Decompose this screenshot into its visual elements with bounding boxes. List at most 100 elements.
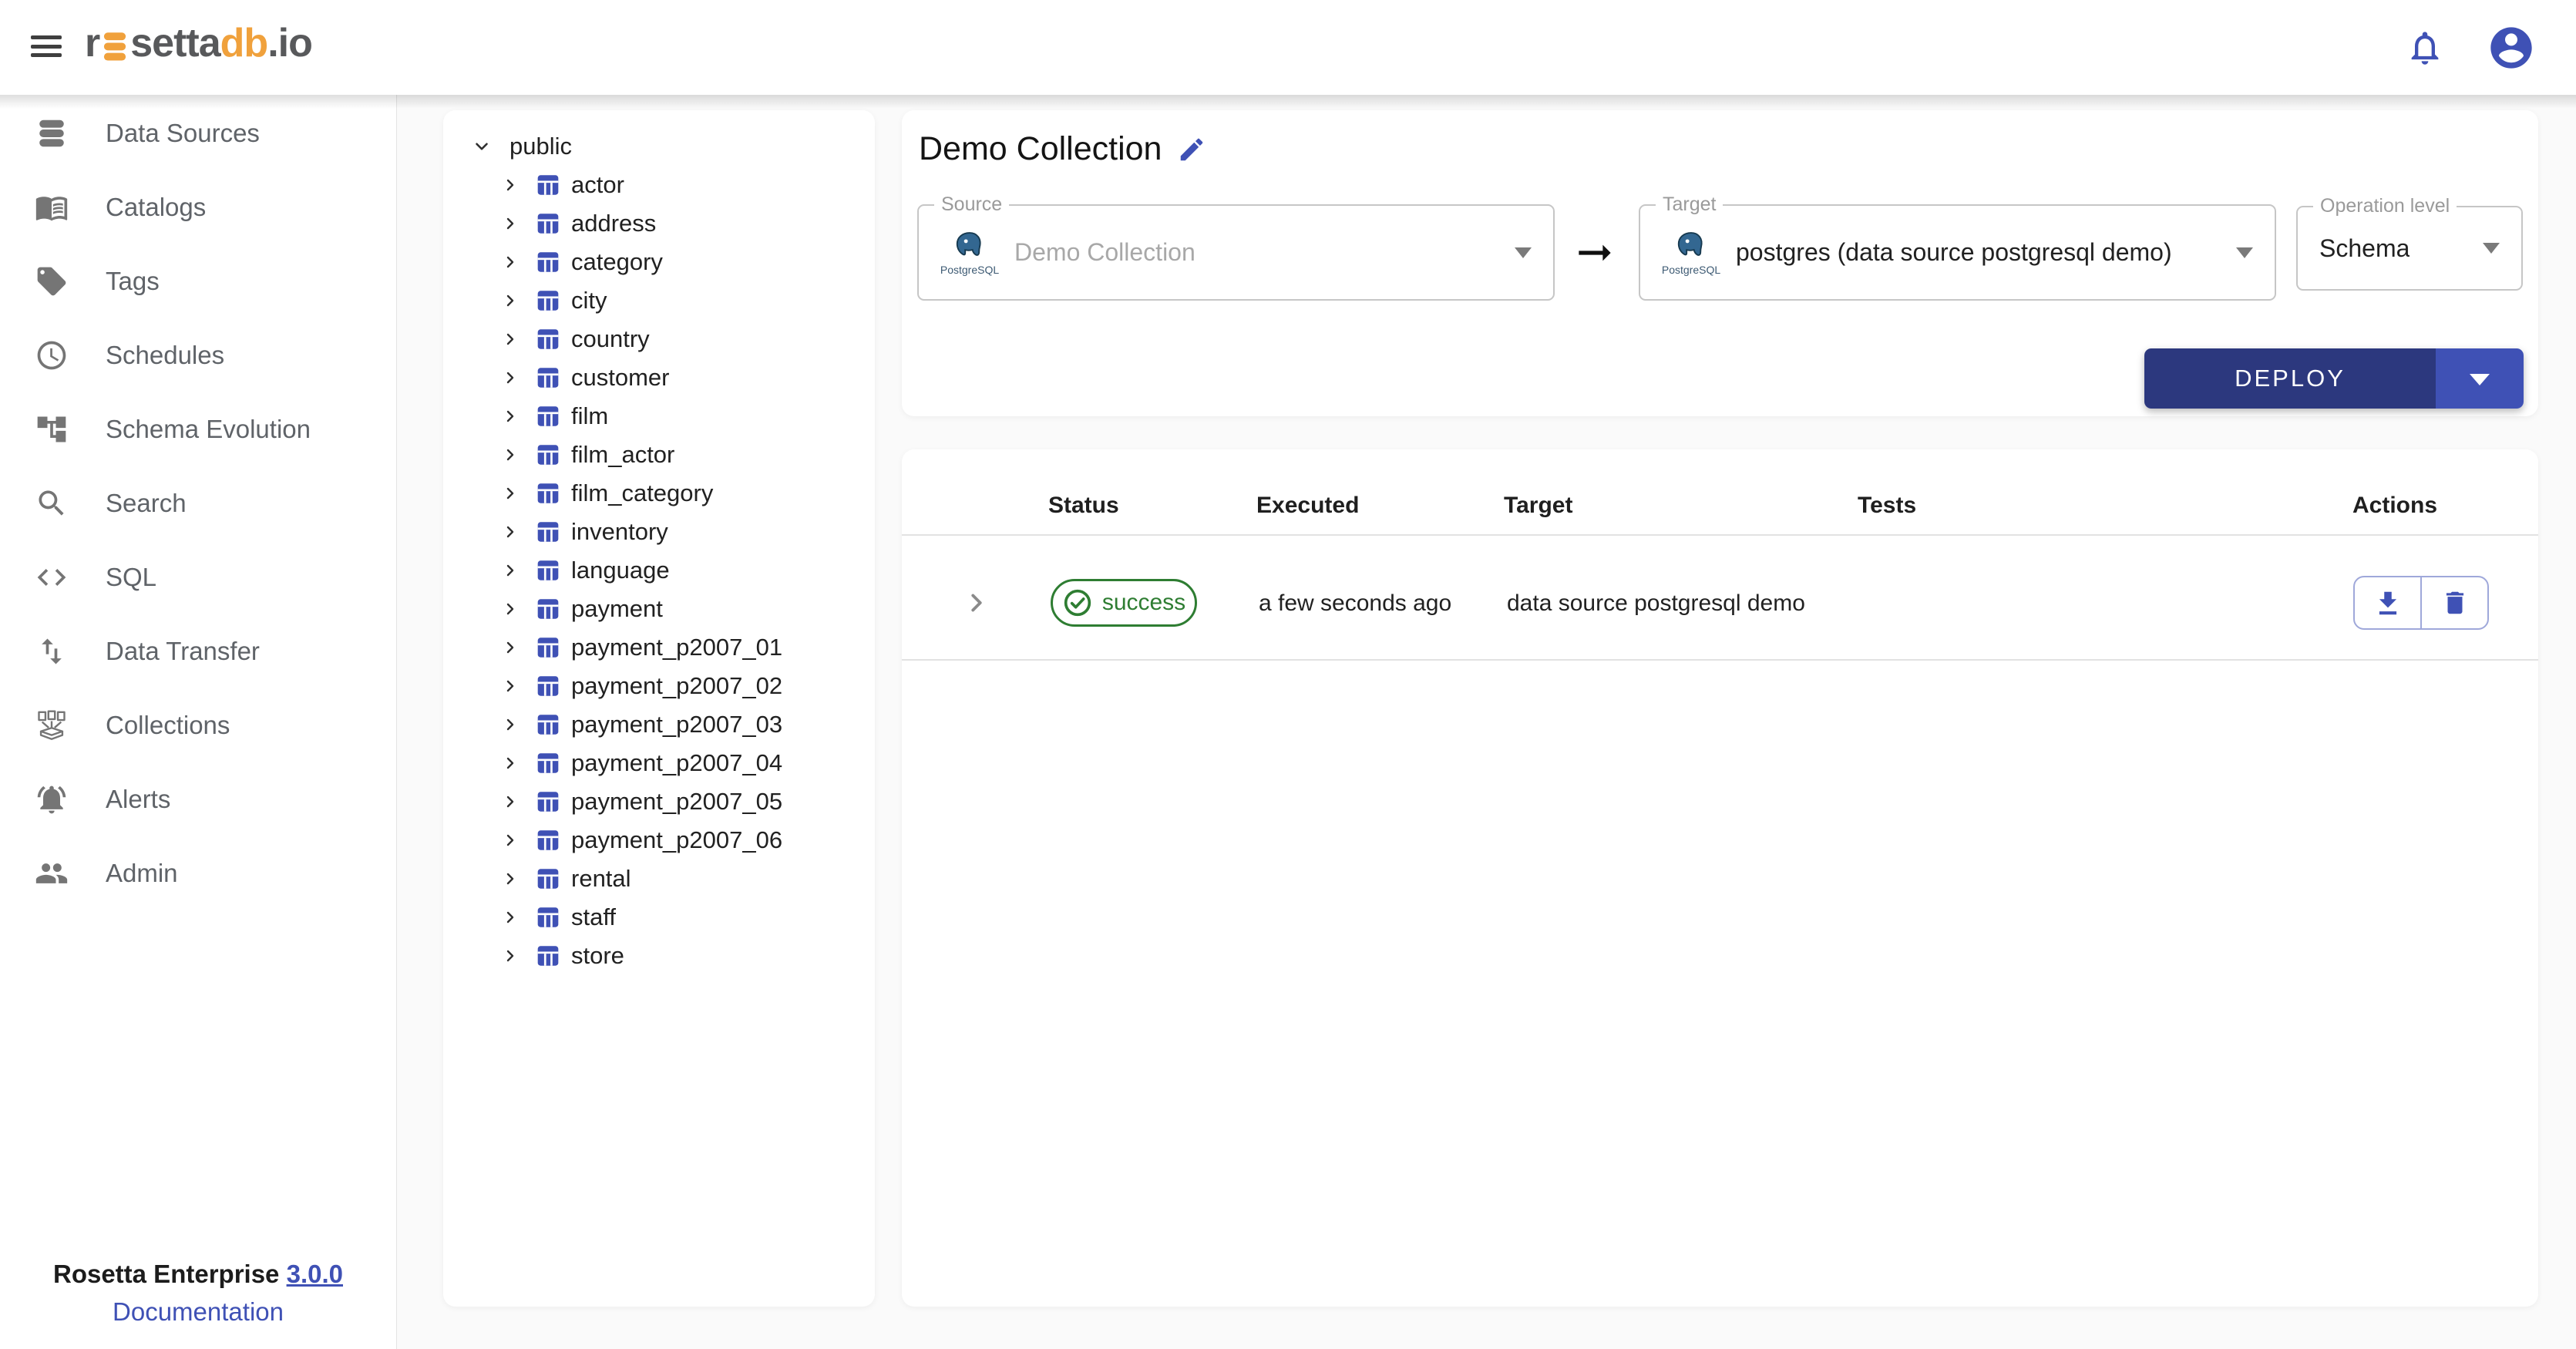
deployments-table: Status Executed Target Tests Actions suc… <box>902 449 2538 1307</box>
table-icon <box>535 403 561 429</box>
tree-item-table[interactable]: film <box>443 397 875 436</box>
chevron-right-icon[interactable] <box>499 868 521 890</box>
tree-item-table[interactable]: country <box>443 320 875 358</box>
chevron-right-icon[interactable] <box>499 907 521 928</box>
chevron-right-icon[interactable] <box>499 367 521 389</box>
sidebar-item-data-sources[interactable]: Data Sources <box>0 96 396 170</box>
table-name: film_category <box>571 479 713 507</box>
table-name: staff <box>571 903 616 931</box>
sidebar-item-schema-evolution[interactable]: Schema Evolution <box>0 392 396 466</box>
tree-item-table[interactable]: address <box>443 204 875 243</box>
tree-item-table[interactable]: store <box>443 937 875 975</box>
chevron-right-icon[interactable] <box>499 560 521 581</box>
tree-item-table[interactable]: category <box>443 243 875 281</box>
table-name: address <box>571 210 656 237</box>
search-icon <box>34 486 69 521</box>
table-icon <box>535 750 561 776</box>
chevron-right-icon[interactable] <box>499 791 521 812</box>
documentation-link[interactable]: Documentation <box>0 1293 396 1330</box>
table-icon <box>535 557 561 584</box>
chevron-right-icon[interactable] <box>499 444 521 466</box>
operation-level-select[interactable]: Operation level Schema <box>2296 206 2523 291</box>
tree-item-table[interactable]: customer <box>443 358 875 397</box>
chevron-right-icon[interactable] <box>499 174 521 196</box>
app-logo[interactable]: r setta db .io <box>85 20 312 74</box>
tree-item-table[interactable]: language <box>443 551 875 590</box>
collection-panel: Demo Collection Source PostgreSQL Demo C… <box>902 110 2538 416</box>
tree-item-table[interactable]: payment_p2007_06 <box>443 821 875 860</box>
schema-name: public <box>509 133 572 160</box>
chevron-right-icon[interactable] <box>499 714 521 735</box>
tree-item-table[interactable]: payment_p2007_05 <box>443 782 875 821</box>
chevron-right-icon[interactable] <box>499 251 521 273</box>
database-icon <box>34 116 69 151</box>
download-button[interactable] <box>2355 577 2420 628</box>
table-name: city <box>571 287 607 315</box>
table-icon <box>535 172 561 198</box>
table-name: payment_p2007_06 <box>571 826 782 854</box>
chevron-right-icon[interactable] <box>499 675 521 697</box>
sidebar-item-admin[interactable]: Admin <box>0 836 396 910</box>
tree-item-table[interactable]: inventory <box>443 513 875 551</box>
sidebar-item-sql[interactable]: SQL <box>0 540 396 614</box>
tree-item-table[interactable]: film_actor <box>443 436 875 474</box>
target-select[interactable]: Target PostgreSQL postgres (data source … <box>1639 204 2276 301</box>
tree-item-schema[interactable]: public <box>443 127 875 166</box>
tree-item-table[interactable]: payment_p2007_02 <box>443 667 875 705</box>
tree-item-table[interactable]: payment_p2007_03 <box>443 705 875 744</box>
column-header-status: Status <box>1048 493 1119 519</box>
tree-item-table[interactable]: payment_p2007_01 <box>443 628 875 667</box>
table-icon <box>535 210 561 237</box>
sidebar-item-data-transfer[interactable]: Data Transfer <box>0 614 396 688</box>
expand-row-chevron-icon[interactable] <box>962 588 991 620</box>
chevron-right-icon[interactable] <box>499 752 521 774</box>
sidebar-item-catalogs[interactable]: Catalogs <box>0 170 396 244</box>
chevron-right-icon[interactable] <box>499 945 521 967</box>
version-link[interactable]: 3.0.0 <box>287 1260 343 1288</box>
sidebar-item-tags[interactable]: Tags <box>0 244 396 318</box>
postgresql-logo: PostgreSQL <box>933 230 1007 276</box>
notifications-bell-icon[interactable] <box>2405 28 2445 68</box>
chevron-right-icon[interactable] <box>499 637 521 658</box>
chevron-down-icon <box>1515 247 1532 258</box>
code-icon <box>34 560 69 595</box>
tag-icon <box>34 264 69 299</box>
edit-pencil-icon[interactable] <box>1177 135 1206 164</box>
sidebar-item-alerts[interactable]: Alerts <box>0 762 396 836</box>
chevron-right-icon[interactable] <box>499 290 521 311</box>
deploy-dropdown-button[interactable] <box>2436 348 2524 409</box>
table-icon <box>535 365 561 391</box>
tree-item-table[interactable]: actor <box>443 166 875 204</box>
operation-level-value: Schema <box>2319 234 2410 263</box>
chevron-right-icon[interactable] <box>499 213 521 234</box>
menu-icon[interactable] <box>31 29 65 63</box>
row-actions <box>2353 576 2489 630</box>
tree-item-table[interactable]: rental <box>443 860 875 898</box>
chevron-right-icon[interactable] <box>499 521 521 543</box>
table-name: actor <box>571 171 624 199</box>
product-name: Rosetta Enterprise <box>53 1260 279 1288</box>
tree-item-table[interactable]: payment_p2007_04 <box>443 744 875 782</box>
tree-item-table[interactable]: payment <box>443 590 875 628</box>
deploy-button[interactable]: DEPLOY <box>2144 348 2436 409</box>
chevron-down-icon[interactable] <box>471 136 493 157</box>
sidebar-item-search[interactable]: Search <box>0 466 396 540</box>
chevron-right-icon[interactable] <box>499 598 521 620</box>
user-avatar[interactable] <box>2487 23 2536 72</box>
chevron-right-icon[interactable] <box>499 328 521 350</box>
tree-item-table[interactable]: city <box>443 281 875 320</box>
table-name: payment_p2007_03 <box>571 711 782 738</box>
sidebar-item-schedules[interactable]: Schedules <box>0 318 396 392</box>
table-icon <box>535 866 561 892</box>
delete-button[interactable] <box>2420 577 2487 628</box>
chevron-right-icon[interactable] <box>499 829 521 851</box>
source-select[interactable]: Source PostgreSQL Demo Collection <box>917 204 1555 301</box>
chevron-right-icon[interactable] <box>499 405 521 427</box>
chevron-right-icon[interactable] <box>499 483 521 504</box>
sidebar-item-collections[interactable]: Collections <box>0 688 396 762</box>
tree-item-table[interactable]: staff <box>443 898 875 937</box>
table-name: payment_p2007_01 <box>571 634 782 661</box>
column-header-actions: Actions <box>2352 493 2437 519</box>
tree-item-table[interactable]: film_category <box>443 474 875 513</box>
table-name: language <box>571 557 670 584</box>
